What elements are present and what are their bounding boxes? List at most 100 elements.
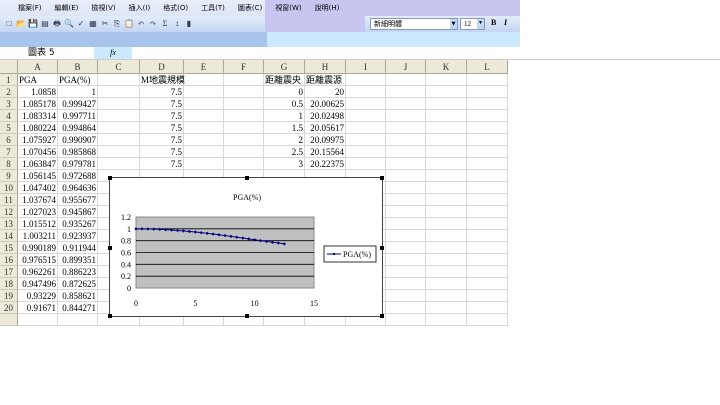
row-header[interactable]: 18	[0, 278, 18, 290]
cell-C5[interactable]	[98, 122, 140, 134]
cell-J12[interactable]	[386, 206, 426, 218]
cell-J21[interactable]	[386, 314, 426, 326]
row-header[interactable]: 6	[0, 134, 18, 146]
row-header[interactable]	[0, 314, 18, 326]
row-header[interactable]: 1	[0, 74, 18, 86]
cell-I6[interactable]	[346, 134, 386, 146]
toolbar-button-icon[interactable]: 📋	[124, 19, 134, 29]
cell-J2[interactable]	[386, 86, 426, 98]
italic-button[interactable]: I	[504, 18, 507, 27]
cell-E2[interactable]	[184, 86, 224, 98]
cell-A14[interactable]: 1.003211	[18, 230, 58, 242]
cell-J9[interactable]	[386, 170, 426, 182]
cell-K1[interactable]	[426, 74, 467, 86]
cell-D1[interactable]: M地震規模	[140, 74, 185, 86]
row-header[interactable]: 20	[0, 302, 18, 314]
row-header[interactable]: 10	[0, 182, 18, 194]
cell-C4[interactable]	[98, 110, 140, 122]
cell-A17[interactable]: 0.962261	[18, 266, 58, 278]
cell-L2[interactable]	[467, 86, 508, 98]
cell-G7[interactable]: 2.5	[264, 146, 305, 158]
row-header[interactable]: 15	[0, 242, 18, 254]
cell-F4[interactable]	[224, 110, 264, 122]
cell-K8[interactable]	[426, 158, 467, 170]
cell-J17[interactable]	[386, 266, 426, 278]
cell-J19[interactable]	[386, 290, 426, 302]
cell-C8[interactable]	[98, 158, 140, 170]
cell-L19[interactable]	[467, 290, 508, 302]
cell-J20[interactable]	[386, 302, 426, 314]
cell-K15[interactable]	[426, 242, 467, 254]
menu-item[interactable]: 編輯(E)	[55, 3, 79, 13]
cell-A2[interactable]: 1.0858	[18, 86, 58, 98]
column-header-H[interactable]: H	[305, 60, 346, 74]
cell-H2[interactable]: 20	[305, 86, 346, 98]
cell-B6[interactable]: 0.990907	[58, 134, 98, 146]
cell-G2[interactable]: 0	[264, 86, 305, 98]
resize-handle[interactable]	[380, 246, 384, 250]
resize-handle[interactable]	[380, 176, 384, 180]
cell-A8[interactable]: 1.063847	[18, 158, 58, 170]
cell-L9[interactable]	[467, 170, 508, 182]
font-size-select[interactable]: 12 ▼	[460, 18, 485, 30]
cell-C3[interactable]	[98, 98, 140, 110]
toolbar-button-icon[interactable]: ↕	[172, 19, 182, 29]
cell-I1[interactable]	[346, 74, 386, 86]
cell-K18[interactable]	[426, 278, 467, 290]
cell-I3[interactable]	[346, 98, 386, 110]
row-header[interactable]: 19	[0, 290, 18, 302]
cell-F7[interactable]	[224, 146, 264, 158]
cell-J8[interactable]	[386, 158, 426, 170]
cell-J1[interactable]	[386, 74, 426, 86]
cell-K9[interactable]	[426, 170, 467, 182]
cell-A5[interactable]: 1.080224	[18, 122, 58, 134]
cell-B15[interactable]: 0.911944	[58, 242, 98, 254]
menu-item[interactable]: 工具(T)	[201, 3, 225, 13]
cell-K17[interactable]	[426, 266, 467, 278]
cell-L12[interactable]	[467, 206, 508, 218]
cell-E6[interactable]	[184, 134, 224, 146]
column-header-K[interactable]: K	[426, 60, 467, 74]
cell-B4[interactable]: 0.997711	[58, 110, 98, 122]
cell-L1[interactable]	[467, 74, 508, 86]
cell-A16[interactable]: 0.976515	[18, 254, 58, 266]
row-header[interactable]: 3	[0, 98, 18, 110]
row-header[interactable]: 2	[0, 86, 18, 98]
cell-A20[interactable]: 0.91671	[18, 302, 58, 314]
cell-E8[interactable]	[184, 158, 224, 170]
cell-D6[interactable]: 7.5	[140, 134, 184, 146]
column-header-E[interactable]: E	[184, 60, 224, 74]
chart-pga[interactable]: PGA(%) 0 0.2 0.4 0.6 0.8 1 1.2 0 5 10 15 PGA(%)	[108, 176, 384, 318]
cell-H1[interactable]: 距離震源	[305, 74, 346, 86]
cell-L8[interactable]	[467, 158, 508, 170]
row-header[interactable]: 4	[0, 110, 18, 122]
cell-G3[interactable]: 0.5	[264, 98, 305, 110]
toolbar-button-icon[interactable]: ↷	[148, 19, 158, 29]
resize-handle[interactable]	[245, 314, 249, 318]
cell-H5[interactable]: 20.05617	[305, 122, 346, 134]
toolbar-button-icon[interactable]: □	[4, 19, 14, 29]
cell-L20[interactable]	[467, 302, 508, 314]
cell-K11[interactable]	[426, 194, 467, 206]
cell-F3[interactable]	[224, 98, 264, 110]
column-header-A[interactable]: A	[18, 60, 58, 74]
column-header-J[interactable]: J	[386, 60, 426, 74]
cell-L17[interactable]	[467, 266, 508, 278]
cell-K2[interactable]	[426, 86, 467, 98]
cell-I2[interactable]	[346, 86, 386, 98]
cell-I7[interactable]	[346, 146, 386, 158]
select-all-corner[interactable]	[0, 60, 18, 74]
cell-C2[interactable]	[98, 86, 140, 98]
cell-H4[interactable]: 20.02498	[305, 110, 346, 122]
cell-A3[interactable]: 1.085178	[18, 98, 58, 110]
toolbar-button-icon[interactable]: ✂	[100, 19, 110, 29]
cell-J3[interactable]	[386, 98, 426, 110]
toolbar-button-icon[interactable]: ✓	[76, 19, 86, 29]
cell-E5[interactable]	[184, 122, 224, 134]
cell-C6[interactable]	[98, 134, 140, 146]
cell-J5[interactable]	[386, 122, 426, 134]
cell-A10[interactable]: 1.047402	[18, 182, 58, 194]
cell-L15[interactable]	[467, 242, 508, 254]
cell-B5[interactable]: 0.994864	[58, 122, 98, 134]
toolbar-button-icon[interactable]: Σ	[160, 19, 170, 29]
